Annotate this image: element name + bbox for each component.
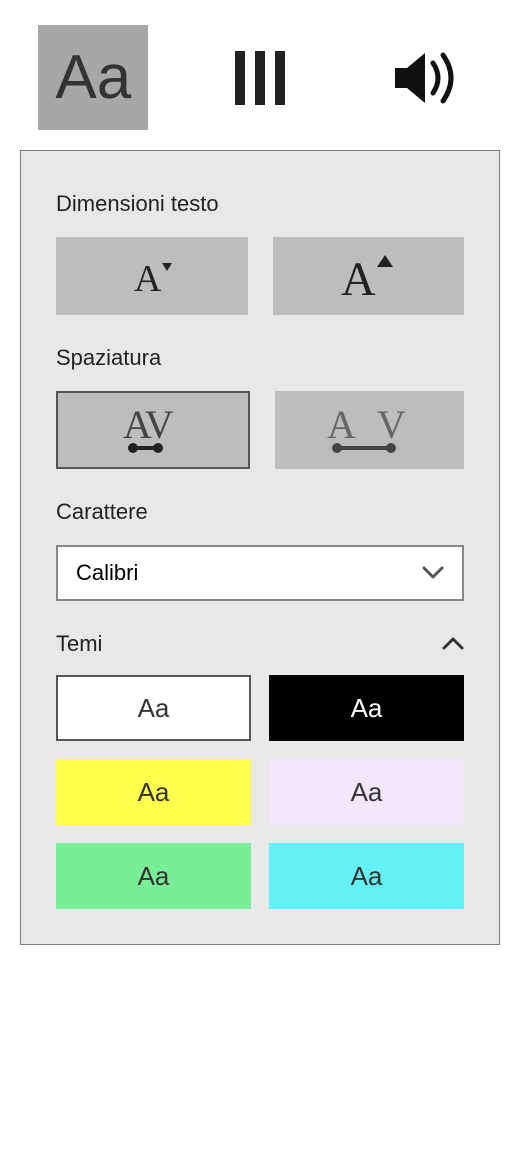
spacing-label: Spaziatura <box>56 345 464 371</box>
decrease-font-icon: A <box>112 251 192 301</box>
font-dropdown[interactable]: Calibri <box>56 545 464 601</box>
font-dropdown-value: Calibri <box>76 560 138 586</box>
tab-text-preferences[interactable]: Aa <box>38 25 148 130</box>
top-tabs: Aa <box>0 0 520 150</box>
wide-spacing-button[interactable]: A V <box>275 391 465 469</box>
theme-option-0[interactable]: Aa <box>56 675 251 741</box>
columns-icon <box>225 43 295 113</box>
narrow-spacing-icon: AV <box>103 400 203 460</box>
decrease-text-size-button[interactable]: A <box>56 237 248 315</box>
text-size-row: A A <box>56 237 464 315</box>
chevron-up-icon[interactable] <box>442 637 464 651</box>
svg-text:AV: AV <box>123 402 174 447</box>
themes-header: Temi <box>56 631 464 657</box>
tab-voice-options[interactable] <box>372 25 482 130</box>
tab-column-options[interactable] <box>205 25 315 130</box>
theme-option-5[interactable]: Aa <box>269 843 464 909</box>
chevron-down-icon <box>422 566 444 580</box>
spacing-row: AV A V <box>56 391 464 469</box>
text-preferences-panel: Dimensioni testo A A Spaziatura AV <box>20 150 500 945</box>
increase-font-icon: A <box>323 249 413 304</box>
themes-label: Temi <box>56 631 102 657</box>
text-aa-icon: Aa <box>55 42 131 113</box>
narrow-spacing-button[interactable]: AV <box>56 391 250 469</box>
svg-text:A: A <box>341 253 376 304</box>
text-size-label: Dimensioni testo <box>56 191 464 217</box>
svg-text:A: A <box>327 402 356 447</box>
theme-option-1[interactable]: Aa <box>269 675 464 741</box>
font-label: Carattere <box>56 499 464 525</box>
theme-option-4[interactable]: Aa <box>56 843 251 909</box>
theme-option-2[interactable]: Aa <box>56 759 251 825</box>
speaker-icon <box>387 43 467 113</box>
increase-text-size-button[interactable]: A <box>273 237 465 315</box>
themes-grid: Aa Aa Aa Aa Aa Aa <box>56 675 464 909</box>
theme-option-3[interactable]: Aa <box>269 759 464 825</box>
wide-spacing-icon: A V <box>309 400 429 460</box>
svg-text:A: A <box>134 258 162 300</box>
svg-text:V: V <box>377 402 406 447</box>
